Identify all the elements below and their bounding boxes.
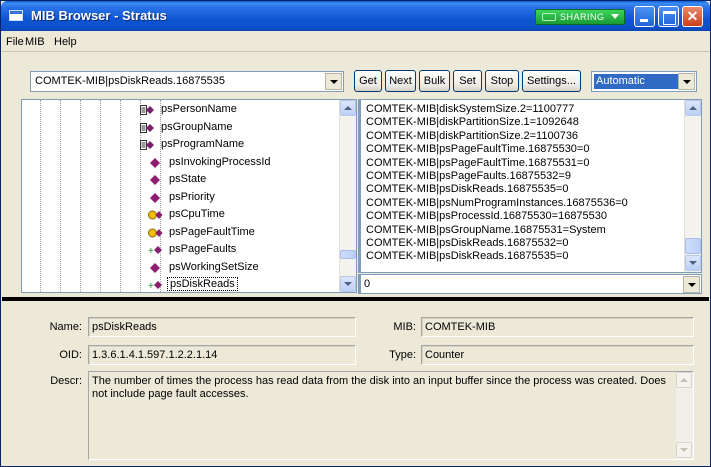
tree-item-label: psWorkingSetSize bbox=[169, 260, 259, 273]
mib-field[interactable]: COMTEK-MIB bbox=[421, 317, 694, 337]
tree-item-label: psState bbox=[169, 173, 207, 185]
tree-item-label: psPageFaultTime bbox=[169, 225, 255, 238]
tree-guide-line bbox=[80, 100, 81, 292]
result-line[interactable]: COMTEK-MIB|psDiskReads.16875535=0 bbox=[366, 183, 568, 196]
sharing-label: SHARING bbox=[560, 12, 605, 22]
svg-text:+: + bbox=[148, 246, 154, 256]
leaf-diamond-icon bbox=[148, 262, 163, 274]
sharing-button[interactable]: SHARING bbox=[535, 9, 625, 25]
result-line[interactable]: COMTEK-MIB|diskPartitionSize.2=1100736 bbox=[366, 130, 578, 143]
tree-item-label: psPersonName bbox=[161, 103, 237, 115]
menu-help[interactable]: Help bbox=[54, 36, 77, 48]
menu-file[interactable]: File bbox=[6, 36, 24, 48]
result-line[interactable]: COMTEK-MIB|psGroupName.16875531=System bbox=[366, 224, 606, 237]
mib-browser-window: MIB Browser - Stratus SHARING ✕ File MIB… bbox=[0, 0, 711, 467]
timeticks-icon bbox=[148, 209, 163, 221]
set-button[interactable]: Set bbox=[453, 70, 482, 92]
table-column-icon bbox=[140, 139, 155, 151]
name-field[interactable]: psDiskReads bbox=[88, 317, 356, 337]
result-line[interactable]: COMTEK-MIB|diskPartitionSize.1=1092648 bbox=[366, 116, 579, 129]
tree-guide-line bbox=[100, 100, 101, 292]
tree-item-label: psProgramName bbox=[161, 138, 245, 150]
results-scrollbar[interactable] bbox=[684, 100, 701, 272]
tree-item-label: psInvokingProcessId bbox=[169, 155, 271, 168]
tree-scrollbar[interactable] bbox=[339, 100, 356, 292]
get-button[interactable]: Get bbox=[354, 70, 382, 92]
close-button[interactable]: ✕ bbox=[682, 6, 703, 27]
value-combobox[interactable]: 0 bbox=[358, 274, 702, 294]
name-label: Name: bbox=[49, 321, 82, 333]
close-icon: ✕ bbox=[686, 8, 699, 24]
scroll-down-button[interactable] bbox=[685, 255, 701, 271]
value-dropdown-button[interactable] bbox=[683, 276, 700, 293]
descr-label: Descr: bbox=[50, 375, 82, 387]
menu-bar: File MIB Help bbox=[2, 32, 709, 52]
result-line[interactable]: COMTEK-MIB|psPageFaultTime.16875530=0 bbox=[366, 143, 589, 156]
window-title: MIB Browser - Stratus bbox=[31, 8, 167, 23]
description-scrollbar[interactable] bbox=[676, 372, 693, 459]
scroll-down-button[interactable] bbox=[676, 442, 692, 458]
scroll-thumb[interactable] bbox=[340, 250, 356, 259]
result-line[interactable]: COMTEK-MIB|psProcessId.16875530=16875530 bbox=[366, 210, 607, 223]
leaf-diamond-icon bbox=[148, 157, 163, 169]
scroll-thumb[interactable] bbox=[685, 238, 701, 254]
details-panel: Name: psDiskReads MIB: COMTEK-MIB OID: 1… bbox=[2, 301, 709, 466]
sharing-icon bbox=[542, 13, 556, 21]
oid-combobox[interactable]: COMTEK-MIB|psDiskReads.16875535 bbox=[30, 71, 344, 92]
next-button[interactable]: Next bbox=[385, 70, 416, 92]
app-window-icon bbox=[9, 10, 23, 21]
tree-item-label: psGroupName bbox=[161, 120, 233, 133]
result-line[interactable]: COMTEK-MIB|psPageFaults.16875532=9 bbox=[366, 170, 571, 183]
results-list[interactable]: COMTEK-MIB|diskSystemSize.2=1100777 COMTE… bbox=[358, 99, 702, 273]
maximize-button[interactable] bbox=[658, 6, 679, 27]
title-bar[interactable]: MIB Browser - Stratus SHARING ✕ bbox=[1, 1, 710, 31]
scroll-up-button[interactable] bbox=[340, 100, 356, 116]
tree-item-label: psPriority bbox=[169, 190, 215, 203]
description-field[interactable]: The number of times the process has read… bbox=[88, 371, 694, 460]
scroll-up-button[interactable] bbox=[676, 372, 692, 388]
mode-select-value: Automatic bbox=[594, 74, 678, 89]
tree-guide-line bbox=[40, 100, 41, 292]
mode-dropdown-button[interactable] bbox=[678, 73, 695, 90]
table-column-icon bbox=[140, 122, 155, 134]
timeticks-icon bbox=[148, 227, 163, 239]
minimize-button[interactable] bbox=[634, 6, 655, 27]
scroll-up-button[interactable] bbox=[685, 100, 701, 116]
result-line[interactable]: COMTEK-MIB|psNumProgramInstances.1687553… bbox=[366, 197, 628, 210]
oid-label: OID: bbox=[59, 349, 82, 361]
oid-field[interactable]: 1.3.6.1.4.1.597.1.2.2.1.14 bbox=[88, 345, 356, 365]
chevron-down-icon bbox=[611, 14, 619, 19]
leaf-diamond-icon bbox=[148, 174, 163, 186]
counter-icon: + bbox=[148, 244, 163, 257]
tree-item-label: psCpuTime bbox=[169, 208, 225, 220]
result-line[interactable]: COMTEK-MIB|psDiskReads.16875535=0 bbox=[366, 250, 568, 263]
type-field[interactable]: Counter bbox=[421, 345, 694, 365]
tree-guide-line bbox=[120, 100, 121, 292]
stop-button[interactable]: Stop bbox=[485, 70, 519, 92]
mib-tree[interactable]: psPersonName psGroupName psProgramName psIn… bbox=[21, 99, 357, 293]
menu-mib[interactable]: MIB bbox=[25, 36, 45, 48]
counter-icon: + bbox=[148, 279, 163, 292]
value-combobox-value: 0 bbox=[364, 278, 371, 290]
type-label: Type: bbox=[389, 349, 416, 361]
result-line[interactable]: COMTEK-MIB|diskSystemSize.2=1100777 bbox=[366, 103, 574, 116]
result-line[interactable]: COMTEK-MIB|psDiskReads.16875532=0 bbox=[366, 237, 568, 250]
table-column-icon bbox=[140, 104, 155, 116]
tree-guide-line bbox=[60, 100, 61, 292]
result-line[interactable]: COMTEK-MIB|psPageFaultTime.16875531=0 bbox=[366, 157, 589, 170]
mode-select[interactable]: Automatic bbox=[591, 71, 697, 92]
scroll-down-button[interactable] bbox=[340, 276, 356, 292]
oid-combobox-value: COMTEK-MIB|psDiskReads.16875535 bbox=[35, 75, 225, 87]
mib-label: MIB: bbox=[393, 321, 416, 333]
settings-button[interactable]: Settings... bbox=[522, 70, 581, 92]
svg-text:+: + bbox=[148, 281, 154, 291]
bulk-button[interactable]: Bulk bbox=[419, 70, 450, 92]
tree-item-label: psDiskReads bbox=[167, 277, 238, 291]
tree-item-label: psPageFaults bbox=[169, 243, 237, 255]
oid-dropdown-button[interactable] bbox=[325, 73, 342, 90]
description-text: The number of times the process has read… bbox=[92, 375, 666, 400]
leaf-diamond-icon bbox=[148, 192, 163, 204]
